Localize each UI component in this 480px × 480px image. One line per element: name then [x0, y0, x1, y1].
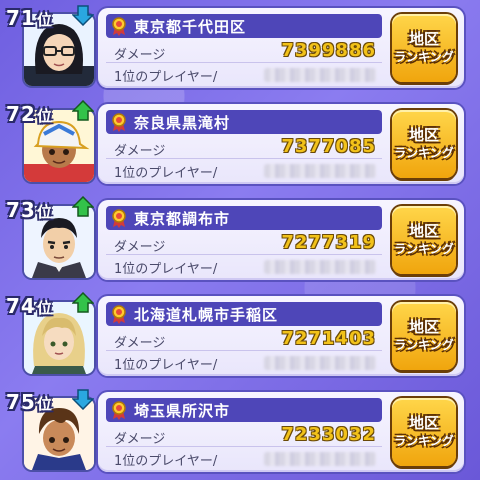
- damage-row: ダメージ 7271403: [106, 328, 382, 351]
- ranking-entry: 75 位 埼玉県所沢市 ダメージ 7233032 1位のプレイヤー/ 地区 ランキ…: [0, 384, 480, 480]
- top-player-row: 1位のプレイヤー/: [106, 66, 382, 85]
- up-arrow-icon: [72, 196, 94, 217]
- location-bar: 埼玉県所沢市: [106, 398, 382, 422]
- blurred-player-name: [264, 356, 376, 370]
- damage-label: ダメージ: [114, 48, 166, 63]
- damage-value: 7399886: [281, 40, 376, 61]
- rank-label: 75 位: [6, 390, 52, 414]
- medal-icon: [112, 17, 126, 36]
- area-ranking-button[interactable]: 地区 ランキング: [392, 398, 456, 466]
- location-bar: 東京都千代田区: [106, 14, 382, 38]
- damage-label: ダメージ: [114, 144, 166, 159]
- entry-panel: 奈良県黒滝村 ダメージ 7377085 1位のプレイヤー/ 地区 ランキング: [98, 104, 464, 184]
- area-ranking-button[interactable]: 地区 ランキング: [392, 302, 456, 370]
- entry-panel: 埼玉県所沢市 ダメージ 7233032 1位のプレイヤー/ 地区 ランキング: [98, 392, 464, 472]
- button-label-line2: ランキング: [394, 146, 454, 160]
- button-label-line1: 地区: [408, 30, 439, 48]
- medal-icon: [112, 113, 126, 132]
- damage-row: ダメージ 7377085: [106, 136, 382, 159]
- up-arrow-icon: [72, 292, 94, 313]
- blurred-player-name: [264, 164, 376, 178]
- area-ranking-button[interactable]: 地区 ランキング: [392, 206, 456, 274]
- rank-label: 72 位: [6, 102, 52, 126]
- entry-panel: 東京都千代田区 ダメージ 7399886 1位のプレイヤー/ 地区 ランキング: [98, 8, 464, 88]
- down-arrow-icon: [72, 5, 94, 26]
- up-arrow-icon: [72, 100, 94, 121]
- rank-label: 73 位: [6, 198, 52, 222]
- damage-label: ダメージ: [114, 336, 166, 351]
- damage-row: ダメージ 7233032: [106, 424, 382, 447]
- damage-row: ダメージ 7399886: [106, 40, 382, 63]
- damage-value: 7233032: [281, 424, 376, 445]
- ranking-entry: 74 位 北海道札幌市手稲区 ダメージ 7271403 1位のプレイヤー/ 地区 …: [0, 288, 480, 384]
- area-ranking-button[interactable]: 地区 ランキング: [392, 14, 456, 82]
- area-ranking-button[interactable]: 地区 ランキング: [392, 110, 456, 178]
- button-label-line2: ランキング: [394, 434, 454, 448]
- button-label-line2: ランキング: [394, 242, 454, 256]
- button-label-line1: 地区: [408, 318, 439, 336]
- down-arrow-icon: [72, 389, 94, 410]
- location-name: 北海道札幌市手稲区: [134, 305, 279, 324]
- rank-label: 71 位: [6, 6, 52, 30]
- top-player-label: 1位のプレイヤー/: [114, 358, 218, 373]
- rank-label: 74 位: [6, 294, 52, 318]
- location-name: 東京都調布市: [134, 209, 231, 228]
- medal-icon: [112, 305, 126, 324]
- button-label-line2: ランキング: [394, 50, 454, 64]
- button-label-line1: 地区: [408, 222, 439, 240]
- top-player-label: 1位のプレイヤー/: [114, 262, 218, 277]
- top-player-label: 1位のプレイヤー/: [114, 70, 218, 85]
- location-bar: 北海道札幌市手稲区: [106, 302, 382, 326]
- location-bar: 奈良県黒滝村: [106, 110, 382, 134]
- blurred-player-name: [264, 260, 376, 274]
- damage-value: 7377085: [281, 136, 376, 157]
- location-bar: 東京都調布市: [106, 206, 382, 230]
- entry-panel: 北海道札幌市手稲区 ダメージ 7271403 1位のプレイヤー/ 地区 ランキン…: [98, 296, 464, 376]
- top-player-row: 1位のプレイヤー/: [106, 450, 382, 469]
- top-player-row: 1位のプレイヤー/: [106, 354, 382, 373]
- button-label-line1: 地区: [408, 126, 439, 144]
- location-name: 東京都千代田区: [134, 17, 247, 36]
- entry-panel: 東京都調布市 ダメージ 7277319 1位のプレイヤー/ 地区 ランキング: [98, 200, 464, 280]
- damage-value: 7271403: [281, 328, 376, 349]
- blurred-player-name: [264, 68, 376, 82]
- blurred-player-name: [264, 452, 376, 466]
- ranking-entry: 72 位 奈良県黒滝村 ダメージ 7377085 1位のプレイヤー/ 地区 ランキ…: [0, 96, 480, 192]
- damage-label: ダメージ: [114, 432, 166, 447]
- button-label-line2: ランキング: [394, 338, 454, 352]
- ranking-entry: 71 位 東京都千代田区 ダメージ 7399886 1位のプレイヤー/ 地区 ラン…: [0, 0, 480, 96]
- damage-row: ダメージ 7277319: [106, 232, 382, 255]
- damage-value: 7277319: [281, 232, 376, 253]
- top-player-label: 1位のプレイヤー/: [114, 454, 218, 469]
- top-player-row: 1位のプレイヤー/: [106, 162, 382, 181]
- medal-icon: [112, 209, 126, 228]
- medal-icon: [112, 401, 126, 420]
- location-name: 埼玉県所沢市: [134, 401, 231, 420]
- button-label-line1: 地区: [408, 414, 439, 432]
- top-player-label: 1位のプレイヤー/: [114, 166, 218, 181]
- top-player-row: 1位のプレイヤー/: [106, 258, 382, 277]
- ranking-entry: 73 位 東京都調布市 ダメージ 7277319 1位のプレイヤー/ 地区 ランキ…: [0, 192, 480, 288]
- damage-label: ダメージ: [114, 240, 166, 255]
- location-name: 奈良県黒滝村: [134, 113, 231, 132]
